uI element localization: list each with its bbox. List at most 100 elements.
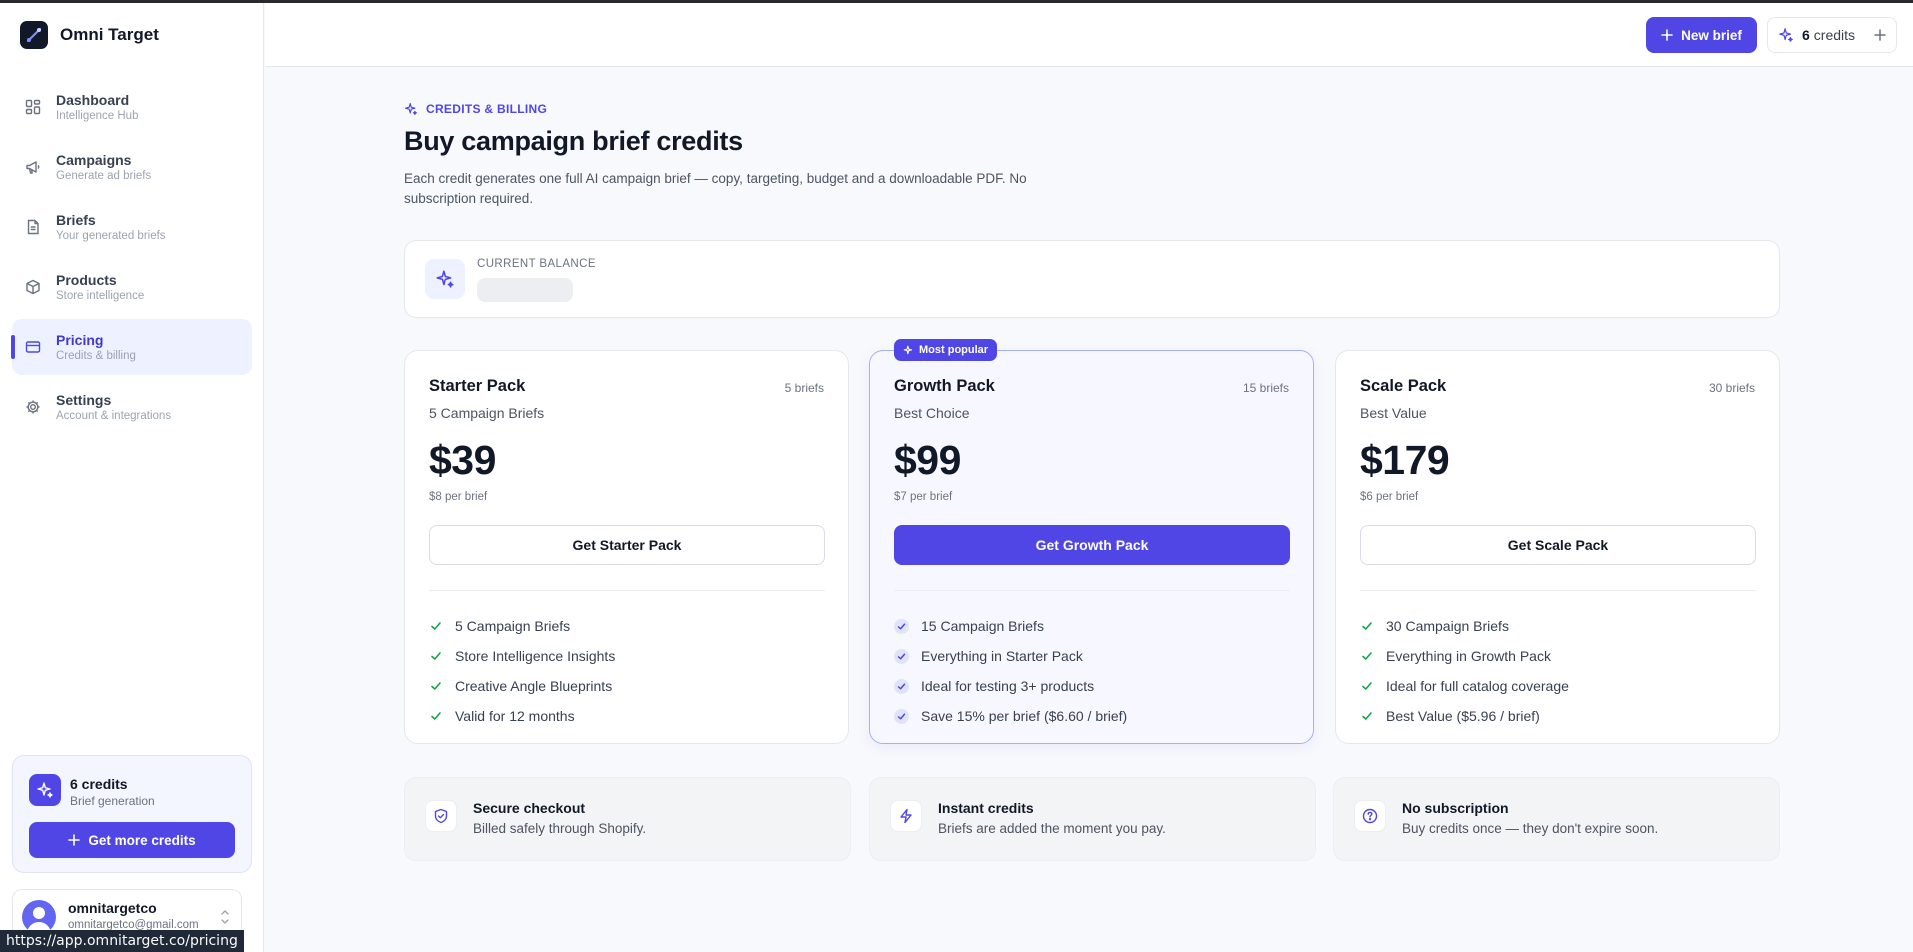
feature-text: Ideal for full catalog coverage bbox=[1386, 678, 1569, 694]
sparkles-icon bbox=[425, 259, 465, 299]
sidebar-item-sublabel: Credits & billing bbox=[56, 349, 136, 362]
check-icon bbox=[429, 649, 443, 663]
divider bbox=[894, 590, 1290, 591]
feature-item: Save 15% per brief ($6.60 / brief) bbox=[894, 701, 1127, 731]
sidebar-nav: Dashboard Intelligence Hub Campaigns Gen… bbox=[11, 79, 252, 439]
feature-item: Best Value ($5.96 / brief) bbox=[1360, 701, 1569, 731]
feature-text: 15 Campaign Briefs bbox=[921, 618, 1044, 634]
dashboard-icon bbox=[24, 98, 42, 116]
feature-text: Everything in Growth Pack bbox=[1386, 648, 1551, 664]
plan-features: 30 Campaign Briefs Everything in Growth … bbox=[1360, 611, 1569, 731]
feature-item: Everything in Growth Pack bbox=[1360, 641, 1569, 671]
check-icon bbox=[1360, 619, 1374, 633]
feature-item: Creative Angle Blueprints bbox=[429, 671, 615, 701]
check-circle-icon bbox=[894, 708, 909, 724]
plan-brief-count: 30 briefs bbox=[1708, 381, 1755, 395]
feature-text: Ideal for testing 3+ products bbox=[921, 678, 1095, 694]
gear-icon bbox=[24, 398, 42, 416]
plan-features: 15 Campaign Briefs Everything in Starter… bbox=[894, 611, 1127, 731]
new-brief-label: New brief bbox=[1681, 27, 1742, 43]
check-icon bbox=[1360, 649, 1374, 663]
feature-text: Valid for 12 months bbox=[455, 708, 575, 724]
check-icon bbox=[429, 679, 443, 693]
get-scale-pack-button[interactable]: Get Scale Pack bbox=[1360, 525, 1756, 565]
feature-item: 5 Campaign Briefs bbox=[429, 611, 615, 641]
info-title: Instant credits bbox=[938, 800, 1034, 816]
plan-price: $179 bbox=[1360, 437, 1450, 483]
get-growth-pack-button[interactable]: Get Growth Pack bbox=[894, 525, 1290, 565]
info-subtitle: Briefs are added the moment you pay. bbox=[938, 821, 1166, 836]
sidebar-item-label: Pricing bbox=[56, 331, 104, 348]
feature-text: 30 Campaign Briefs bbox=[1386, 618, 1509, 634]
feature-item: Valid for 12 months bbox=[429, 701, 615, 731]
sidebar-item-products[interactable]: Products Store intelligence bbox=[12, 259, 252, 315]
check-circle-icon bbox=[894, 678, 909, 694]
document-icon bbox=[24, 218, 42, 236]
sidebar-item-settings[interactable]: Settings Account & integrations bbox=[12, 379, 252, 435]
feature-item: Ideal for full catalog coverage bbox=[1360, 671, 1569, 701]
feature-text: Store Intelligence Insights bbox=[455, 648, 616, 664]
plan-per-brief: $7 per brief bbox=[894, 491, 953, 503]
get-starter-pack-button[interactable]: Get Starter Pack bbox=[429, 525, 825, 565]
info-subtitle: Billed safely through Shopify. bbox=[473, 821, 647, 836]
most-popular-badge: Most popular bbox=[894, 339, 998, 361]
feature-text: Save 15% per brief ($6.60 / brief) bbox=[921, 708, 1128, 724]
brand[interactable]: Omni Target bbox=[20, 21, 159, 49]
credits-label: credits bbox=[1813, 27, 1856, 43]
plan-per-brief: $8 per brief bbox=[429, 491, 488, 503]
check-icon bbox=[429, 619, 443, 633]
info-title: Secure checkout bbox=[473, 800, 586, 816]
feature-text: Best Value ($5.96 / brief) bbox=[1386, 708, 1540, 724]
get-more-credits-button[interactable]: Get more credits bbox=[29, 822, 235, 858]
plus-icon[interactable] bbox=[1874, 29, 1886, 41]
sidebar-item-label: Settings bbox=[56, 391, 112, 408]
plan-card-scale: Scale Pack 30 briefs Best Value $179 $6 … bbox=[1335, 350, 1780, 744]
plus-icon bbox=[68, 834, 81, 846]
sidebar-item-sublabel: Generate ad briefs bbox=[56, 169, 152, 182]
sparkles-icon bbox=[404, 102, 418, 116]
card-icon bbox=[24, 338, 42, 356]
plan-price: $39 bbox=[429, 437, 496, 483]
credits-pill[interactable]: 6 credits bbox=[1767, 17, 1897, 53]
brand-logo-icon bbox=[20, 21, 48, 49]
feature-item: Everything in Starter Pack bbox=[894, 641, 1127, 671]
check-icon bbox=[1360, 709, 1374, 723]
check-circle-icon bbox=[894, 618, 909, 634]
feature-item: 15 Campaign Briefs bbox=[894, 611, 1127, 641]
feature-item: Store Intelligence Insights bbox=[429, 641, 615, 671]
feature-text: Creative Angle Blueprints bbox=[455, 678, 613, 694]
plan-name: Scale Pack bbox=[1360, 377, 1447, 395]
divider bbox=[429, 590, 825, 591]
sidebar-item-briefs[interactable]: Briefs Your generated briefs bbox=[12, 199, 252, 255]
top-bar: New brief 6 credits bbox=[265, 3, 1913, 67]
current-balance-card: CURRENT BALANCE bbox=[404, 240, 1780, 318]
feature-item: 30 Campaign Briefs bbox=[1360, 611, 1569, 641]
plan-price: $99 bbox=[894, 437, 961, 483]
info-instant-credits: Instant credits Briefs are added the mom… bbox=[869, 777, 1316, 861]
feature-item: Ideal for testing 3+ products bbox=[894, 671, 1127, 701]
info-no-subscription: No subscription Buy credits once — they … bbox=[1333, 777, 1780, 861]
plan-features: 5 Campaign Briefs Store Intelligence Ins… bbox=[429, 611, 615, 731]
check-icon bbox=[1360, 679, 1374, 693]
sidebar-item-sublabel: Account & integrations bbox=[56, 409, 172, 422]
sidebar-credit-count: 6 credits bbox=[70, 776, 128, 792]
sidebar-item-campaigns[interactable]: Campaigns Generate ad briefs bbox=[12, 139, 252, 195]
plan-brief-count: 15 briefs bbox=[1242, 381, 1289, 395]
sidebar-item-dashboard[interactable]: Dashboard Intelligence Hub bbox=[12, 79, 252, 135]
feature-text: Everything in Starter Pack bbox=[921, 648, 1083, 664]
plan-subtitle: 5 Campaign Briefs bbox=[429, 405, 545, 421]
check-circle-icon bbox=[894, 648, 909, 664]
eyebrow-label: CREDITS & BILLING bbox=[426, 102, 548, 116]
sidebar-credits-card: 6 credits Brief generation Get more cred… bbox=[12, 755, 252, 873]
sidebar-item-pricing[interactable]: Pricing Credits & billing bbox=[11, 319, 252, 375]
sidebar-item-label: Briefs bbox=[56, 211, 96, 228]
page-eyebrow: CREDITS & BILLING bbox=[404, 102, 547, 116]
credits-count: 6 bbox=[1802, 27, 1810, 43]
divider bbox=[1360, 590, 1756, 591]
chevron-up-down-icon bbox=[221, 910, 229, 924]
new-brief-button[interactable]: New brief bbox=[1646, 17, 1757, 53]
sparkles-icon bbox=[903, 345, 913, 354]
megaphone-icon bbox=[24, 158, 42, 176]
badge-label: Most popular bbox=[919, 344, 989, 356]
get-more-credits-label: Get more credits bbox=[88, 832, 196, 848]
